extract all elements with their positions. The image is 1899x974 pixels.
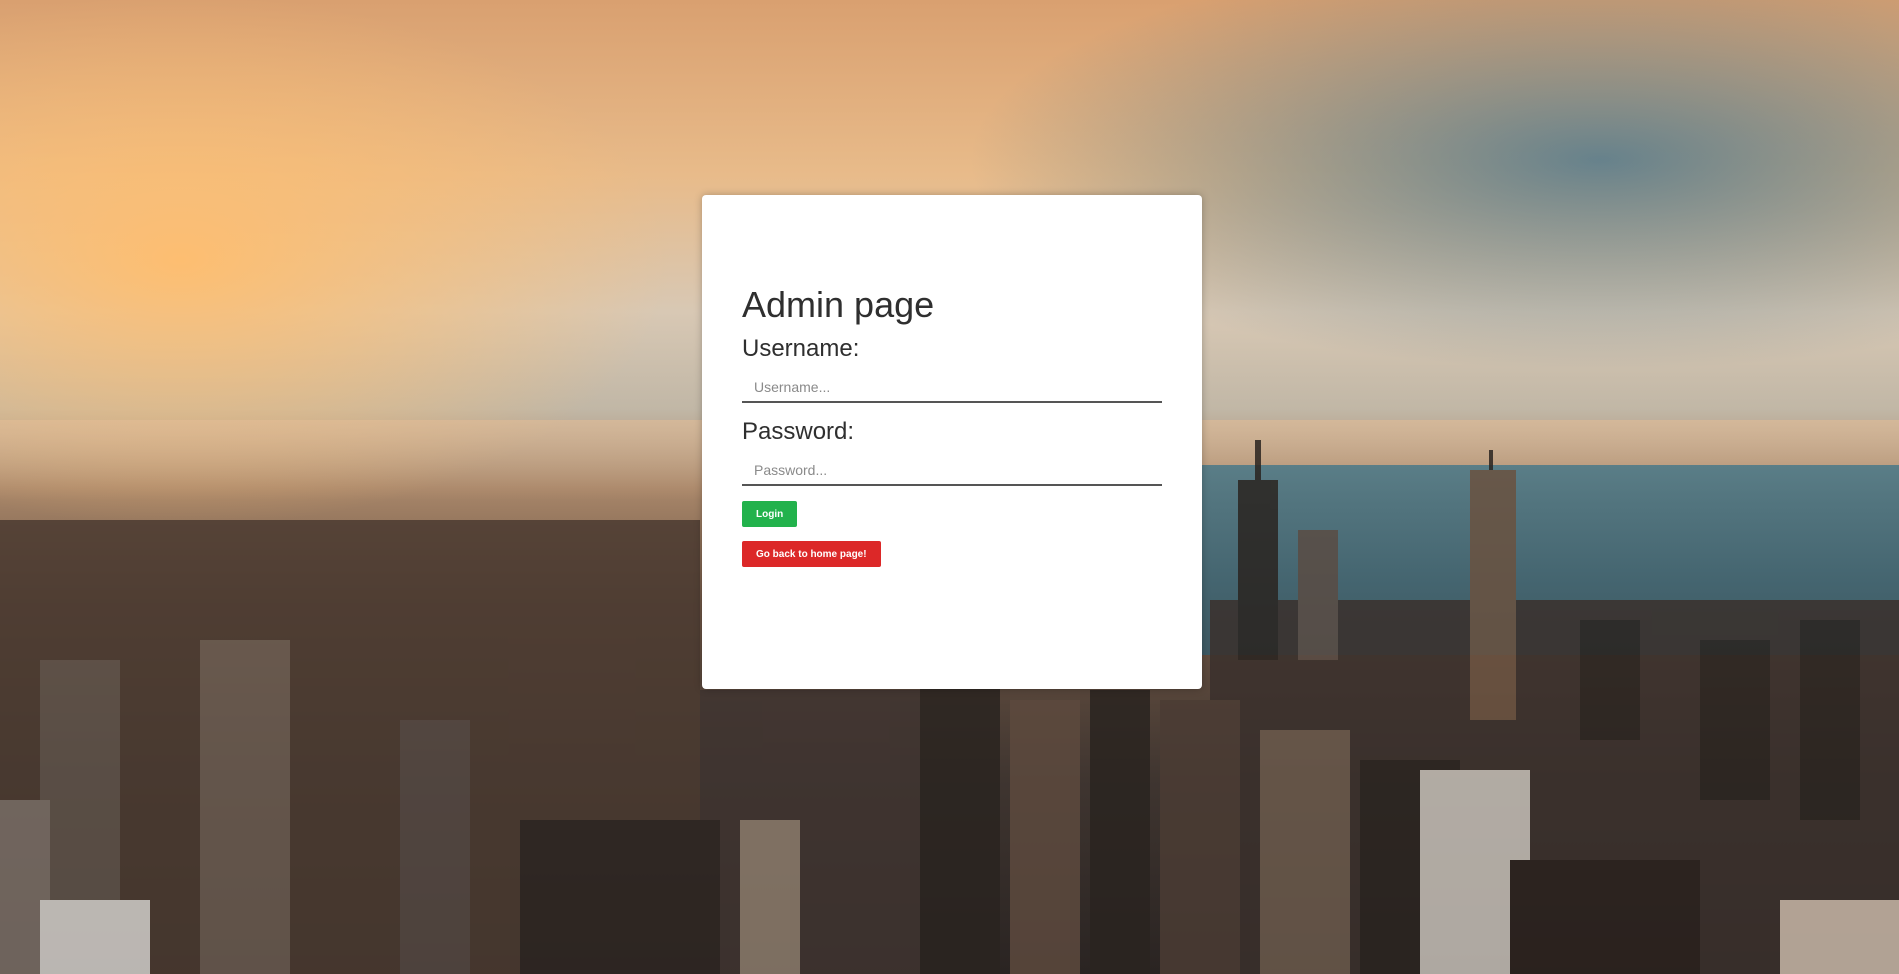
login-button[interactable]: Login [742,501,798,527]
admin-login-card: Admin page Username: Password: Login Go … [702,195,1202,689]
password-label: Password: [742,418,855,445]
password-input[interactable] [742,456,1162,486]
page-title: Admin page [742,284,935,325]
username-input[interactable] [742,373,1162,403]
go-home-button[interactable]: Go back to home page! [742,541,881,567]
username-label: Username: [742,335,860,362]
